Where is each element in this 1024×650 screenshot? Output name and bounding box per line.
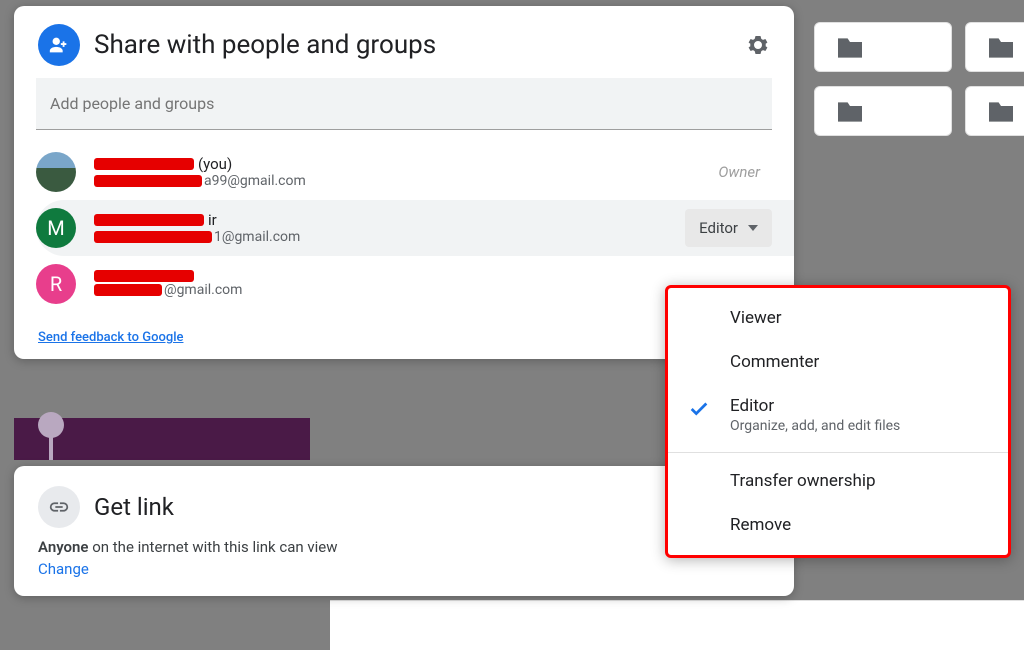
share-title: Share with people and groups xyxy=(94,30,746,60)
link-icon xyxy=(38,486,80,528)
bg-decor xyxy=(38,412,64,438)
link-description: Anyone on the internet with this link ca… xyxy=(38,538,770,556)
person-email: 1@gmail.com xyxy=(94,229,685,245)
chevron-down-icon xyxy=(748,225,758,231)
add-people-input[interactable] xyxy=(36,78,772,130)
menu-item-remove[interactable]: Remove xyxy=(668,503,1008,547)
avatar xyxy=(36,152,76,192)
redacted xyxy=(94,158,194,170)
role-menu: Viewer Commenter Editor Organize, add, a… xyxy=(665,285,1011,558)
gear-icon[interactable] xyxy=(746,33,770,57)
redacted xyxy=(94,284,162,296)
redacted xyxy=(94,175,202,187)
menu-item-commenter[interactable]: Commenter xyxy=(668,340,1008,384)
menu-item-viewer[interactable]: Viewer xyxy=(668,296,1008,340)
person-name: (you) xyxy=(94,155,718,173)
menu-separator xyxy=(668,452,1008,453)
menu-item-editor[interactable]: Editor Organize, add, and edit files xyxy=(668,384,1008,446)
change-link[interactable]: Change xyxy=(38,560,89,578)
bg-row xyxy=(330,600,1024,650)
person-row-selected[interactable]: M ir 1@gmail.com Editor xyxy=(36,200,794,256)
person-name xyxy=(94,270,772,282)
folder-icon xyxy=(986,36,1016,60)
redacted xyxy=(94,270,194,282)
person-add-icon xyxy=(38,24,80,66)
person-email: a99@gmail.com xyxy=(94,173,718,189)
feedback-link[interactable]: Send feedback to Google xyxy=(38,330,183,345)
role-label: Editor xyxy=(699,219,738,237)
person-name: ir xyxy=(94,211,685,229)
folder-icon xyxy=(835,100,865,124)
avatar: R xyxy=(36,264,76,304)
get-link-title: Get link xyxy=(94,493,174,521)
folder-icon xyxy=(986,100,1016,124)
you-label: (you) xyxy=(198,155,232,173)
menu-item-transfer[interactable]: Transfer ownership xyxy=(668,459,1008,503)
bg-folder[interactable] xyxy=(965,86,1024,136)
bg-folder[interactable] xyxy=(814,86,952,136)
redacted xyxy=(94,214,204,226)
menu-item-subtitle: Organize, add, and edit files xyxy=(730,418,988,434)
check-icon xyxy=(688,398,710,420)
redacted xyxy=(94,231,212,243)
owner-label: Owner xyxy=(718,163,772,181)
role-dropdown-button[interactable]: Editor xyxy=(685,209,772,247)
person-row-owner: (you) a99@gmail.com Owner xyxy=(14,144,794,200)
folder-icon xyxy=(835,36,865,60)
bg-folder[interactable] xyxy=(965,22,1024,72)
bg-folder[interactable] xyxy=(814,22,952,72)
avatar: M xyxy=(36,208,76,248)
